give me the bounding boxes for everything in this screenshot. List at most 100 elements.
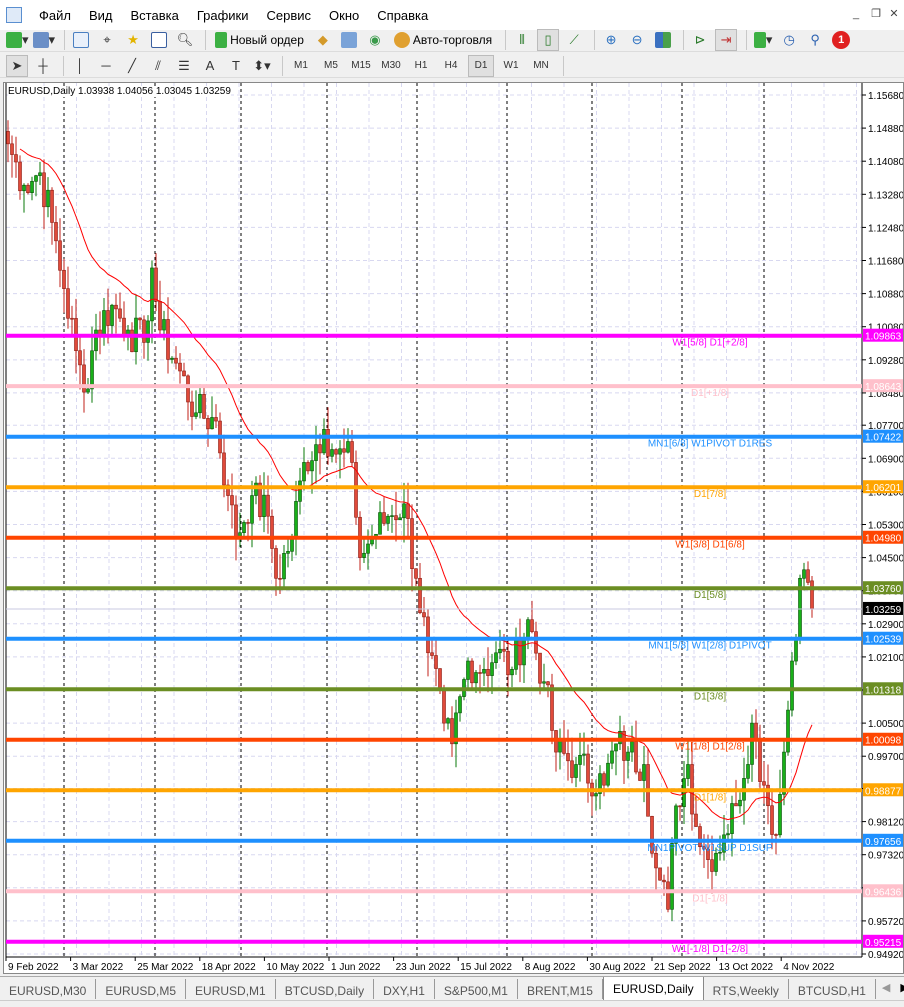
menu-insert[interactable]: Вставка	[122, 8, 188, 23]
time-tick-label: 25 Mar 2022	[137, 962, 194, 973]
candle	[78, 350, 82, 366]
terminal-button[interactable]	[148, 29, 170, 51]
menu-file[interactable]: Файл	[30, 8, 80, 23]
text-label-button[interactable]: T	[225, 55, 247, 77]
candle	[438, 668, 442, 689]
vertical-line-button[interactable]: │	[69, 55, 91, 77]
timeframe-m30[interactable]: M30	[378, 55, 404, 77]
profiles-button[interactable]: ▾	[32, 29, 55, 51]
timeframe-m1[interactable]: M1	[288, 55, 314, 77]
tab-btcusd-h1[interactable]: BTCUSD,H1	[789, 979, 876, 999]
tab-brent-m15[interactable]: BRENT,M15	[518, 979, 603, 999]
price-tick-label: 1.02900	[868, 620, 903, 631]
menu-charts[interactable]: Графики	[188, 8, 258, 23]
candle	[414, 568, 418, 579]
community-button[interactable]	[338, 29, 360, 51]
chart-window[interactable]: 1.15680 1.14880 1.14080 1.13280 1.12480 1.116…	[3, 82, 904, 974]
signals-button[interactable]: ◉	[364, 29, 386, 51]
candle	[390, 515, 394, 517]
candle	[654, 852, 658, 869]
candle	[182, 370, 186, 377]
auto-scroll-button[interactable]: ⊳	[689, 29, 711, 51]
candle	[726, 833, 730, 836]
menu-help[interactable]: Справка	[368, 8, 437, 23]
menu-window[interactable]: Окно	[320, 8, 368, 23]
menu-view[interactable]: Вид	[80, 8, 122, 23]
price-chart[interactable]: 1.15680 1.14880 1.14080 1.13280 1.12480 1.116…	[4, 83, 903, 973]
tile-windows-button[interactable]	[652, 29, 674, 51]
horizontal-line-button[interactable]: ─	[95, 55, 117, 77]
minimize-icon[interactable]: _	[848, 6, 864, 22]
candle	[614, 743, 618, 752]
restore-icon[interactable]: ❐	[868, 6, 884, 22]
periods-button[interactable]: ◷	[778, 29, 800, 51]
timeframe-d1[interactable]: D1	[468, 54, 494, 77]
price-tick-label: 1.14880	[868, 124, 903, 135]
timeframe-m5[interactable]: M5	[318, 55, 344, 77]
timeframe-h1[interactable]: H1	[408, 55, 434, 77]
zoom-out-button[interactable]: ⊖	[626, 29, 648, 51]
autotrading-button[interactable]: Авто-торговля	[390, 29, 496, 51]
trendline-button[interactable]: ╱	[121, 55, 143, 77]
timeframe-w1[interactable]: W1	[498, 55, 524, 77]
data-window-button[interactable]: ⌖	[96, 29, 118, 51]
timeframe-mn[interactable]: MN	[528, 55, 554, 77]
text-button[interactable]: A	[199, 55, 221, 77]
time-tick-label: 1 Jun 2022	[331, 962, 381, 973]
drawing-toolbar: ➤ ┼ │ ─ ╱ ⫽ ☰ A T ⬍▾ M1 M5 M15 M30 H1 H4…	[0, 54, 904, 78]
notifications-button[interactable]: 1	[830, 29, 852, 51]
menu-tools[interactable]: Сервис	[258, 8, 321, 23]
timeframe-h4[interactable]: H4	[438, 55, 464, 77]
tab-eurusd-m1[interactable]: EURUSD,M1	[186, 979, 276, 999]
tile-windows-icon	[655, 31, 672, 48]
navigator-button[interactable]: ★	[122, 29, 144, 51]
tab-scroll-left-icon[interactable]: ◀	[882, 981, 890, 996]
candle	[190, 401, 194, 417]
candle	[658, 867, 662, 881]
equidistant-channel-button[interactable]: ⫽	[147, 55, 169, 77]
fibonacci-button[interactable]: ☰	[173, 55, 195, 77]
arrows-button[interactable]: ⬍▾	[251, 55, 273, 77]
tab-rts-weekly[interactable]: RTS,Weekly	[704, 979, 789, 999]
tab-eurusd-m30[interactable]: EURUSD,M30	[0, 979, 97, 999]
candlestick-button[interactable]: ▯	[537, 28, 560, 51]
horizontal-line-icon: ─	[101, 58, 111, 73]
line-chart-button[interactable]: ⟋	[563, 29, 585, 51]
crosshair-button[interactable]: ┼	[32, 55, 54, 77]
time-tick-label: 10 May 2022	[266, 962, 324, 973]
time-tick-label: 30 Aug 2022	[589, 962, 646, 973]
tab-btcusd-daily[interactable]: BTCUSD,Daily	[276, 979, 375, 999]
separator	[563, 55, 564, 76]
candle	[106, 310, 110, 326]
zoom-in-button[interactable]: ⊕	[600, 29, 622, 51]
tab-sp500-m1[interactable]: S&P500,M1	[435, 979, 518, 999]
current-price-value: 1.03259	[865, 605, 902, 616]
indicators-button[interactable]: ▾	[752, 29, 774, 51]
tab-scroll-right-icon[interactable]: ▶	[900, 981, 904, 996]
chart-shift-button[interactable]: ⇥	[715, 28, 738, 51]
search-button[interactable]: ⚲	[804, 29, 826, 51]
bar-chart-button[interactable]: ⫴	[511, 29, 533, 51]
timeframe-m15[interactable]: M15	[348, 55, 374, 77]
magnifier-doc-icon: 🔍︎	[176, 31, 194, 47]
level-price-value: 0.96436	[865, 887, 902, 898]
tab-eurusd-m5[interactable]: EURUSD,M5	[96, 979, 187, 999]
menu-bar: Файл Вид Вставка Графики Сервис Окно Спр…	[0, 0, 904, 30]
moving-average-line	[19, 148, 813, 821]
tab-eurusd-daily[interactable]: EURUSD,Daily	[602, 977, 704, 1001]
candle	[430, 652, 434, 656]
candle	[22, 184, 26, 192]
price-tick-label: 1.11680	[868, 257, 903, 268]
new-chart-button[interactable]: ▾	[6, 29, 29, 51]
metaeditor-button[interactable]: ◆	[312, 29, 334, 51]
murrey-level-label: D1[+1/8]	[691, 388, 729, 399]
close-icon[interactable]: ✕	[886, 6, 902, 22]
price-tick-label: 0.94920	[868, 950, 903, 961]
strategy-tester-button[interactable]: 🔍︎	[174, 29, 196, 51]
candle	[222, 452, 226, 486]
tab-dxy-h1[interactable]: DXY,H1	[374, 979, 435, 999]
market-watch-button[interactable]	[70, 29, 92, 51]
cursor-button[interactable]: ➤	[6, 54, 28, 77]
level-price-value: 1.09863	[865, 332, 902, 343]
new-order-button[interactable]: Новый ордер	[211, 29, 308, 51]
